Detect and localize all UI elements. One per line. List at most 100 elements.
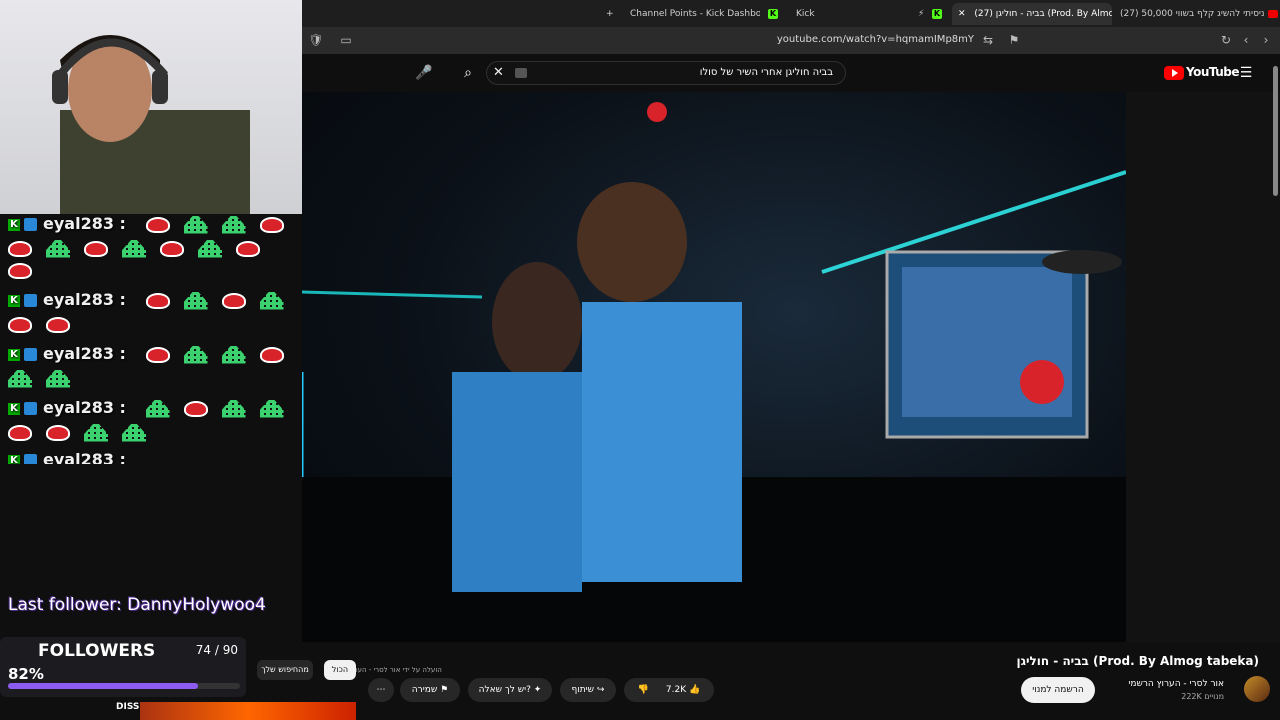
sparkle-icon: ✦ [533, 685, 542, 695]
search-input[interactable]: ✕ בביה חוליגן אחרי השיר של סולו [486, 61, 846, 85]
emote-red-icon [259, 346, 284, 363]
new-tab-plus-icon[interactable]: + [606, 3, 614, 25]
emote-red-icon [236, 240, 260, 257]
keyboard-icon[interactable] [515, 68, 527, 78]
channel-name[interactable]: אור לסרי - הערוץ הרשמי [1128, 679, 1224, 689]
mute-icon[interactable]: ⚡ [918, 3, 924, 25]
emote-red-icon [221, 292, 246, 309]
emote-green-icon [122, 239, 146, 258]
subscriber-badge-icon [24, 402, 37, 415]
more-actions-button[interactable]: ⋯ [368, 678, 394, 702]
emote-red-icon [160, 240, 184, 257]
brave-shield-icon[interactable]: 🛡 [308, 32, 324, 48]
chat-emote-row [8, 422, 160, 442]
chat-message: Keyal283 : [8, 344, 298, 364]
tab-youtube-2[interactable]: (27) ניסיתי להשיג קלף בשווי 50,000 [1120, 3, 1268, 25]
emote-red-icon [145, 216, 170, 233]
youtube-header: 🎤 ⌕ ✕ בביה חוליגן אחרי השיר של סולו YouT… [302, 54, 1280, 92]
dislike-icon[interactable]: 👎 [638, 685, 649, 695]
emote-green-icon [46, 239, 70, 258]
channel-avatar[interactable] [1244, 676, 1270, 702]
browser-tab-bar: + Channel Points - Kick Dashboard K Kick… [302, 0, 1280, 27]
sidebar-toggle-icon[interactable]: ▭ [338, 32, 354, 48]
diss-banner [140, 702, 356, 720]
bookmark-icon[interactable]: ⚑ [1006, 32, 1022, 48]
subscriber-badge-icon [24, 454, 37, 464]
kick-icon: K [768, 8, 778, 19]
save-button[interactable]: שמירה ⚑ [400, 678, 460, 702]
share-url-icon[interactable]: ⇆ [980, 32, 996, 48]
emote-green-icon [259, 291, 284, 310]
emote-red-icon [8, 262, 32, 279]
emote-red-icon [145, 292, 170, 309]
tab-kick-dashboard[interactable]: Channel Points - Kick Dashboard [630, 3, 760, 25]
emote-red-icon [183, 400, 208, 417]
subscriber-badge-icon [24, 294, 37, 307]
kick-badge-icon: K [8, 348, 20, 361]
scrollbar[interactable] [1273, 66, 1278, 196]
video-info: בביה - חוליגן (Prod. By Almog tabeka) הו… [257, 642, 1280, 720]
emote-red-icon [8, 240, 32, 257]
chat-message: Keyal283 : [8, 214, 298, 234]
forward-icon[interactable]: › [1258, 32, 1274, 48]
kick-badge-icon: K [8, 294, 20, 307]
close-icon[interactable]: ✕ [958, 9, 966, 19]
url-field[interactable]: youtube.com/watch?v=hqmamIMp8mY [777, 34, 974, 45]
chat-overlay: Keyal283 : Keyal283 : Keyal283 : Keyal28… [0, 214, 302, 464]
emote-green-icon [198, 239, 222, 258]
emote-green-icon [221, 215, 246, 234]
followers-title: FOLLOWERS [38, 641, 156, 661]
subscribe-button[interactable]: הרשמה למנוי [1021, 677, 1095, 703]
video-title: בביה - חוליגן (Prod. By Almog tabeka) [1016, 654, 1259, 668]
chat-message: Keyal283 : [8, 290, 298, 310]
emote-green-icon [221, 399, 246, 418]
video-right-gutter [1126, 92, 1280, 642]
followers-percent: 82% [8, 665, 44, 683]
menu-icon[interactable]: ☰ [1236, 63, 1256, 83]
mic-icon[interactable]: 🎤 [414, 63, 434, 83]
emote-red-icon [46, 424, 70, 441]
kick-badge-icon: K [8, 454, 20, 464]
emote-red-icon [8, 424, 32, 441]
subscriber-badge-icon [24, 218, 37, 231]
chip-search[interactable]: מהחיפוש שלך [257, 660, 313, 680]
chat-emote-row [8, 238, 274, 258]
ask-button[interactable]: יש לך שאלה? ✦ [468, 678, 552, 702]
video-frame [302, 102, 1126, 642]
chip-all[interactable]: הכול [324, 660, 356, 680]
back-icon[interactable]: ‹ [1238, 32, 1254, 48]
subscriber-badge-icon [24, 348, 37, 361]
followers-progress-fill [8, 683, 199, 689]
youtube-logo[interactable]: YouTube [1164, 65, 1240, 81]
chat-emote-row [8, 368, 84, 388]
emote-red-icon [259, 216, 284, 233]
emote-green-icon [145, 399, 170, 418]
share-button[interactable]: שיתוף ↪ [560, 678, 616, 702]
emote-green-icon [46, 369, 70, 388]
emote-red-icon [8, 316, 32, 333]
channel-info[interactable]: אור לסרי - הערוץ הרשמי 222K מנויים [1128, 679, 1224, 701]
address-bar: 🛡 ▭ youtube.com/watch?v=hqmamIMp8mY ⇆ ⚑ … [302, 27, 1280, 54]
like-icon[interactable]: 👍 [689, 685, 700, 695]
reload-icon[interactable]: ↻ [1218, 32, 1234, 48]
like-count: 7.2K [665, 685, 687, 695]
search-query: בביה חוליגן אחרי השיר של סולו [699, 67, 833, 78]
followers-progress-bar [8, 683, 240, 689]
streamer-cam [52, 35, 250, 214]
emote-green-icon [122, 423, 146, 442]
kick-badge-icon: K [8, 402, 20, 415]
clear-icon[interactable]: ✕ [493, 65, 504, 80]
emote-green-icon [183, 215, 208, 234]
kick-badge-icon: K [8, 218, 20, 231]
tab-kick[interactable]: Kick [796, 3, 836, 25]
emote-red-icon [84, 240, 108, 257]
share-icon: ↪ [596, 685, 605, 695]
last-follower-label: Last follower: DannyHolywoo4 [8, 595, 266, 615]
chat-emote-row [8, 260, 46, 280]
like-dislike-group: 👎 7.2K 👍 [624, 678, 714, 702]
search-icon[interactable]: ⌕ [458, 63, 478, 83]
emote-green-icon [84, 423, 108, 442]
tab-youtube-active[interactable]: ✕ (27) בביה - חוליגן (Prod. By Almog tab… [952, 3, 1112, 25]
video-player[interactable] [302, 92, 1126, 642]
emote-green-icon [183, 345, 208, 364]
